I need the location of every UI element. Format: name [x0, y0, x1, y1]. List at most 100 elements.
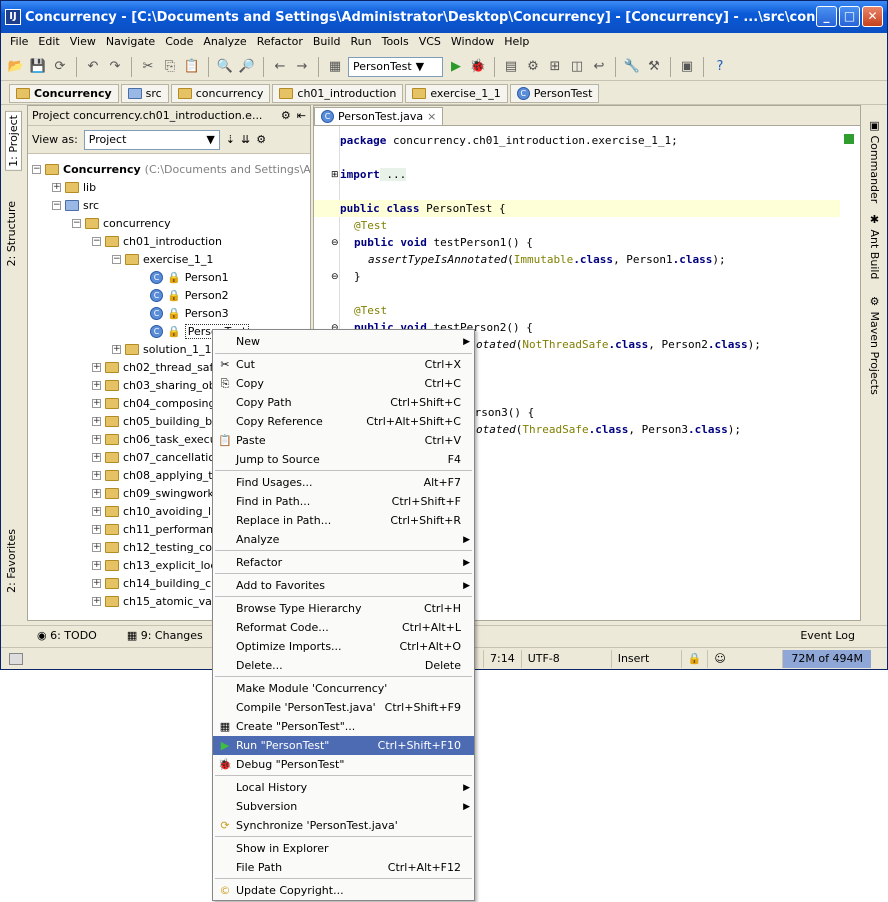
crumb-concurrency[interactable]: concurrency — [170, 84, 271, 103]
tree-node-chapter[interactable]: + ch10_avoiding_liv — [92, 502, 221, 520]
hierarchy-icon[interactable]: ⊞ — [546, 58, 564, 76]
menu-run[interactable]: Run — [346, 33, 377, 51]
expand-icon[interactable]: + — [92, 524, 101, 534]
crumb-project[interactable]: Concurrency — [9, 84, 119, 103]
tools-icon[interactable]: 🔧 — [623, 58, 641, 76]
menu-help[interactable]: Help — [499, 33, 534, 51]
document-icon[interactable]: ▣ — [678, 58, 696, 76]
caret-position[interactable]: 7:14 — [483, 649, 521, 668]
menu-item-paste[interactable]: 📋 Paste Ctrl+V — [213, 431, 474, 450]
gear-icon[interactable]: ⚙ — [281, 109, 291, 122]
tree-node-person3[interactable]: C 🔒 Person3 — [150, 304, 229, 322]
tree-node-src[interactable]: − src — [52, 196, 99, 214]
paste-icon[interactable]: 📋 — [183, 58, 201, 76]
menu-edit[interactable]: Edit — [33, 33, 64, 51]
menu-item-debug[interactable]: 🐞 Debug "PersonTest" — [213, 755, 474, 774]
tree-node-chapter[interactable]: + ch14_building_cus — [92, 574, 224, 592]
menu-item-find-usages[interactable]: Find Usages... Alt+F7 — [213, 473, 474, 492]
fold-icon[interactable]: ⊖ — [331, 238, 339, 248]
collapse-icon[interactable]: − — [32, 164, 41, 174]
expand-icon[interactable]: + — [92, 560, 101, 570]
menu-item-replace-in-path[interactable]: Replace in Path... Ctrl+Shift+R — [213, 511, 474, 530]
tree-node-chapter[interactable]: + ch09_swingworke — [92, 484, 220, 502]
vcs-icon[interactable]: ↩ — [590, 58, 608, 76]
open-icon[interactable]: 📂 — [7, 58, 25, 76]
expand-icon[interactable]: + — [92, 596, 101, 606]
close-button[interactable]: ✕ — [862, 6, 883, 27]
toggle-tool-windows-icon[interactable] — [9, 652, 23, 665]
tree-node-chapter[interactable]: + ch03_sharing_obj — [92, 376, 219, 394]
menu-item-new[interactable]: New ▶ — [213, 332, 474, 351]
tree-node-person2[interactable]: C 🔒 Person2 — [150, 286, 229, 304]
maximize-button[interactable]: □ — [839, 6, 860, 27]
expand-icon[interactable]: + — [92, 506, 101, 516]
expand-icon[interactable]: + — [92, 362, 101, 372]
expand-icon[interactable]: + — [92, 452, 101, 462]
menu-item-reformat-code[interactable]: Reformat Code... Ctrl+Alt+L — [213, 618, 474, 637]
menu-item-add-to-favorites[interactable]: Add to Favorites ▶ — [213, 576, 474, 595]
tab-todo[interactable]: ◉ 6: TODO — [37, 629, 97, 642]
expand-icon[interactable]: + — [92, 380, 101, 390]
menu-item-compile[interactable]: Compile 'PersonTest.java' Ctrl+Shift+F9 — [213, 698, 474, 717]
expand-icon[interactable]: + — [92, 398, 101, 408]
find-icon[interactable]: 🔍 — [216, 58, 234, 76]
menu-refactor[interactable]: Refactor — [252, 33, 308, 51]
run-icon[interactable]: ▶ — [447, 58, 465, 76]
hector-icon[interactable]: ☺ — [707, 649, 731, 668]
menu-window[interactable]: Window — [446, 33, 499, 51]
menu-item-refactor[interactable]: Refactor ▶ — [213, 553, 474, 572]
tree-node-exercise[interactable]: − exercise_1_1 — [112, 250, 213, 268]
back-icon[interactable]: ← — [271, 58, 289, 76]
expand-icon[interactable]: + — [92, 416, 101, 426]
menu-item-copy-path[interactable]: Copy Path Ctrl+Shift+C — [213, 393, 474, 412]
expand-icon[interactable]: + — [92, 578, 101, 588]
replace-icon[interactable]: 🔎 — [238, 58, 256, 76]
menu-tools[interactable]: Tools — [377, 33, 414, 51]
cut-icon[interactable]: ✂ — [139, 58, 157, 76]
view-as-select[interactable]: Project ▼ — [83, 129, 220, 150]
expand-icon[interactable]: + — [112, 344, 121, 354]
tree-node-person1[interactable]: C 🔒 Person1 — [150, 268, 229, 286]
menu-analyze[interactable]: Analyze — [198, 33, 251, 51]
collapse-icon[interactable]: − — [92, 236, 101, 246]
tree-node-chapter[interactable]: + ch04_composing_ — [92, 394, 221, 412]
menu-build[interactable]: Build — [308, 33, 346, 51]
tree-node-chapter[interactable]: + ch08_applying_th — [92, 466, 220, 484]
tree-node-chapter[interactable]: + ch07_cancellation — [92, 448, 222, 466]
menu-item-browse-type-hierarchy[interactable]: Browse Type Hierarchy Ctrl+H — [213, 599, 474, 618]
tab-structure[interactable]: 2: Structure — [5, 201, 18, 266]
readonly-lock-icon[interactable]: 🔒 — [680, 649, 708, 668]
menu-item-copy-reference[interactable]: Copy Reference Ctrl+Alt+Shift+C — [213, 412, 474, 431]
menu-navigate[interactable]: Navigate — [101, 33, 160, 51]
hide-icon[interactable]: ⇤ — [297, 109, 306, 122]
make-icon[interactable]: ▦ — [326, 58, 344, 76]
menu-item-create-config[interactable]: ▦ Create "PersonTest"... — [213, 717, 474, 736]
modules-icon[interactable]: ◫ — [568, 58, 586, 76]
project-structure-icon[interactable]: ▤ — [502, 58, 520, 76]
expand-icon[interactable]: + — [92, 434, 101, 444]
menu-file[interactable]: File — [5, 33, 33, 51]
close-tab-icon[interactable]: × — [427, 110, 436, 123]
tree-node-chapter[interactable]: + ch05_building_blo — [92, 412, 222, 430]
tree-node-root[interactable]: − Concurrency (C:\Documents and Settings\A… — [32, 160, 310, 178]
menu-vcs[interactable]: VCS — [414, 33, 446, 51]
crumb-exercise[interactable]: exercise_1_1 — [405, 84, 508, 103]
minimize-button[interactable]: _ — [816, 6, 837, 27]
settings-icon[interactable]: ⚙ — [524, 58, 542, 76]
collapse-icon[interactable]: − — [112, 254, 121, 264]
tree-node-chapter[interactable]: + ch11_performanc — [92, 520, 219, 538]
menu-item-update-copyright[interactable]: © Update Copyright... — [213, 881, 474, 900]
tab-commander[interactable]: ▣ Commander — [868, 119, 881, 203]
expand-icon[interactable]: + — [52, 182, 61, 192]
menu-item-find-in-path[interactable]: Find in Path... Ctrl+Shift+F — [213, 492, 474, 511]
menu-item-subversion[interactable]: Subversion ▶ — [213, 797, 474, 816]
file-encoding[interactable]: UTF-8 — [520, 649, 611, 668]
tab-ant-build[interactable]: ✱ Ant Build — [868, 213, 881, 279]
menu-item-file-path[interactable]: File Path Ctrl+Alt+F12 — [213, 858, 474, 877]
menu-item-run[interactable]: ▶ Run "PersonTest" Ctrl+Shift+F10 — [213, 736, 474, 755]
plugin-icon[interactable]: ⚒ — [645, 58, 663, 76]
collapse-all-icon[interactable]: ⇊ — [241, 133, 250, 146]
menu-item-local-history[interactable]: Local History ▶ — [213, 778, 474, 797]
menu-item-jump-to-source[interactable]: Jump to Source F4 — [213, 450, 474, 469]
tree-node-solution[interactable]: + solution_1_1 — [112, 340, 212, 358]
